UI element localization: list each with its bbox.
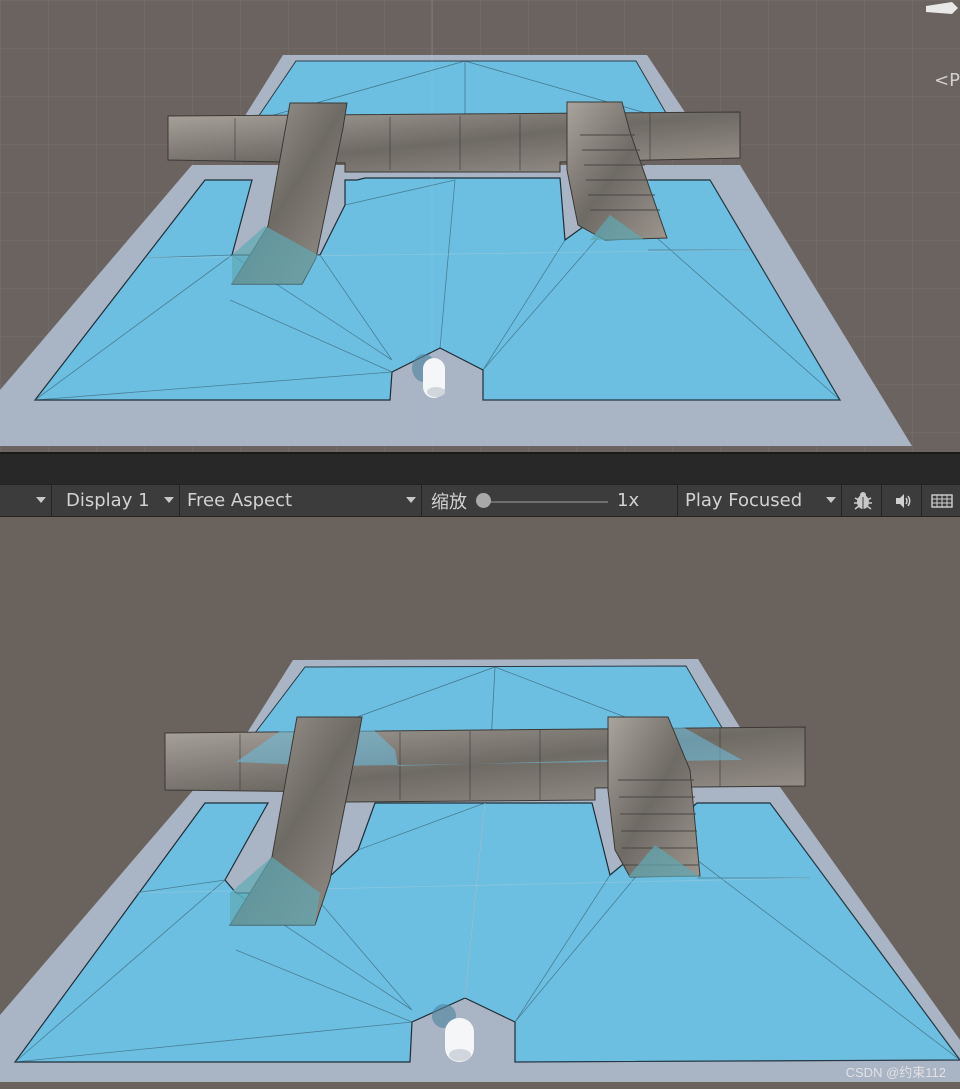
aspect-dropdown[interactable]: Free Aspect <box>182 485 422 516</box>
game-tab-bar <box>0 452 960 484</box>
keyboard-icon <box>931 493 953 508</box>
view-type-dropdown[interactable] <box>0 485 52 516</box>
chevron-down-icon <box>36 497 46 503</box>
game-toolbar: Display 1 Free Aspect 缩放 1x Play Focused <box>0 484 960 517</box>
zoom-label: 缩放 <box>431 491 467 513</box>
zoom-slider-track[interactable] <box>484 501 608 503</box>
speaker-icon <box>895 493 910 508</box>
play-mode-dropdown[interactable]: Play Focused <box>680 485 842 516</box>
zoom-value: 1x <box>617 490 640 511</box>
stats-button[interactable] <box>844 485 882 516</box>
chevron-down-icon <box>164 497 174 503</box>
mute-audio-button[interactable] <box>884 485 922 516</box>
play-mode-label: Play Focused <box>685 490 803 511</box>
chevron-down-icon <box>406 497 416 503</box>
game-view[interactable]: CSDN @约束112 <box>0 517 960 1089</box>
display-label: Display 1 <box>66 490 150 511</box>
bug-icon <box>853 491 872 510</box>
aspect-label: Free Aspect <box>187 490 293 511</box>
persp-label[interactable]: <P <box>934 70 960 91</box>
display-dropdown[interactable]: Display 1 <box>56 485 180 516</box>
scene-view[interactable]: <P <box>0 0 960 452</box>
scene-canvas <box>0 0 960 452</box>
chevron-down-icon <box>826 497 836 503</box>
watermark: CSDN @约束112 <box>845 1065 946 1080</box>
zoom-slider-handle[interactable] <box>476 493 491 508</box>
gizmos-button[interactable] <box>924 485 960 516</box>
game-canvas <box>0 659 960 1082</box>
